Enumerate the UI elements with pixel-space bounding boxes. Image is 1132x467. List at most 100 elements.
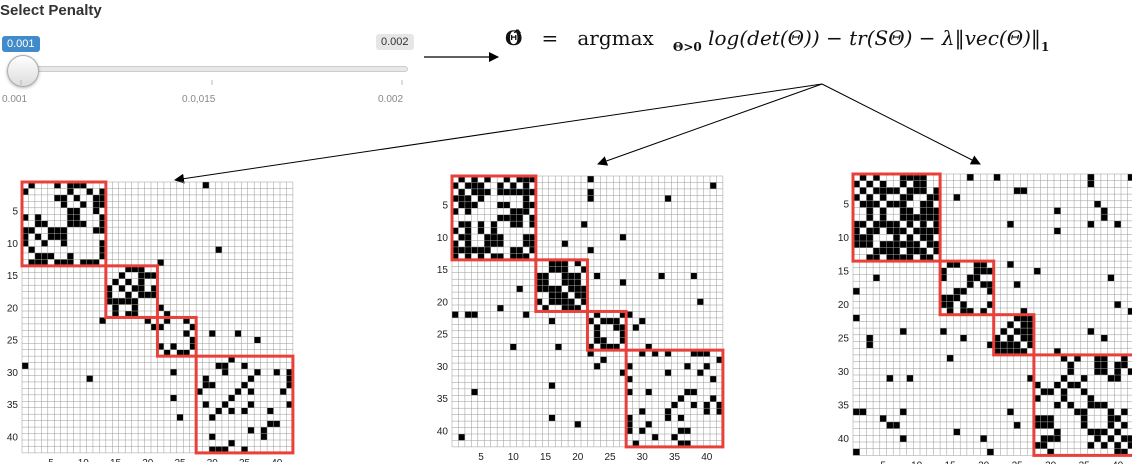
matrix-cell [1054, 428, 1061, 436]
matrix-cell [893, 241, 900, 248]
matrix-cell [966, 174, 974, 181]
matrix-cell [247, 401, 255, 408]
matrix-cell [1121, 421, 1128, 429]
matrix-cell [1094, 435, 1101, 442]
matrix-cell [1047, 415, 1054, 422]
matrix-cell [690, 272, 698, 280]
matrix-cell [92, 207, 100, 215]
matrix-cell [561, 292, 569, 299]
x-tick-label: 10 [911, 460, 923, 464]
x-tick-label: 10 [78, 458, 90, 462]
matrix-cell [645, 421, 652, 428]
matrix-cell [879, 207, 887, 215]
matrix-cell [542, 272, 549, 280]
matrix-cell [645, 388, 652, 396]
matrix-cell [1054, 381, 1061, 389]
matrix-cell [946, 354, 954, 362]
matrix-cell [886, 200, 894, 208]
matrix-cell [458, 221, 465, 228]
matrix-cell [1067, 361, 1075, 369]
matrix-cell [548, 382, 556, 389]
y-tick-label: 25 [437, 330, 449, 341]
matrix-cell [254, 369, 261, 376]
matrix-cell [92, 201, 100, 208]
matrix-cell [516, 208, 523, 215]
y-tick-label: 40 [437, 426, 449, 437]
matrix-cell [548, 285, 556, 293]
matrix-cell [41, 252, 48, 260]
matrix-cell [60, 201, 68, 208]
matrix-cell [853, 287, 860, 295]
matrix-cell [697, 298, 704, 305]
matrix-cell [1013, 421, 1021, 429]
matrix-cell [899, 207, 907, 215]
matrix-cell [913, 187, 920, 195]
matrix-cell [510, 188, 517, 196]
matrix-cell [899, 227, 907, 235]
matrix-cell [490, 221, 498, 228]
matrix-cell [1074, 408, 1081, 416]
x-tick-label: 20 [142, 458, 154, 462]
x-tick-label: 30 [637, 452, 649, 462]
matrix-cell [112, 278, 119, 286]
matrix-cell [80, 220, 87, 228]
matrix-cell [131, 298, 139, 305]
matrix-cell [548, 292, 556, 299]
matrix-cell [651, 434, 659, 441]
matrix-cell [1100, 428, 1108, 436]
matrix-cell [906, 234, 914, 241]
matrix-cell [112, 298, 119, 305]
matrix-cell [980, 435, 987, 442]
matrix-cell [490, 240, 498, 247]
matrix-cell [54, 227, 61, 234]
matrix-cell [202, 401, 210, 408]
matrix-cell [859, 200, 867, 208]
matrix-cell [490, 234, 498, 241]
matrix-cell [516, 214, 523, 222]
matrix-cell [54, 194, 61, 202]
matrix-cell [170, 369, 177, 376]
matrix-cell [54, 233, 61, 241]
matrix-cell [1074, 381, 1081, 389]
matrix-cell [1040, 388, 1048, 396]
matrix-cell [1087, 220, 1095, 228]
matrix-cell [940, 328, 947, 335]
matrix-cell [677, 414, 685, 422]
matrix-cell [906, 241, 914, 248]
matrix-cell [60, 240, 68, 247]
matrix-cell [906, 214, 914, 221]
matrix-cell [47, 227, 55, 234]
matrix-cell [893, 227, 900, 235]
matrix-cell [138, 278, 145, 286]
matrix-cell [34, 252, 42, 260]
matrix-cell [215, 246, 222, 253]
matrix-cell [574, 421, 581, 428]
matrix-cell [60, 194, 68, 202]
y-tick-label: 35 [437, 394, 449, 405]
matrix-cell [548, 414, 556, 422]
matrix-cell [886, 421, 894, 429]
matrix-cell [477, 227, 485, 235]
matrix-cell [1080, 375, 1088, 382]
matrix-cell [926, 200, 934, 208]
matrix-cell [170, 394, 177, 402]
matrix-cell [548, 317, 556, 325]
x-tick-label: 40 [1112, 460, 1124, 464]
matrix-cell [906, 375, 914, 382]
matrix-cell [458, 195, 465, 202]
matrix-cell [1040, 421, 1048, 429]
matrix-cell [131, 285, 139, 292]
matrix-cell [471, 201, 478, 209]
x-tick-label: 20 [978, 460, 990, 464]
matrix-cell [866, 207, 874, 215]
y-tick-label: 40 [7, 432, 19, 443]
matrix-cell [477, 188, 485, 196]
matrix-cell [926, 227, 934, 235]
matrix-cell [1020, 328, 1028, 335]
matrix-cell [899, 408, 907, 416]
matrix-cell [1054, 435, 1061, 442]
y-tick-label: 20 [838, 300, 850, 311]
matrix-cell [613, 317, 620, 325]
matrix-cell [920, 207, 927, 215]
matrix-cell [73, 207, 81, 215]
